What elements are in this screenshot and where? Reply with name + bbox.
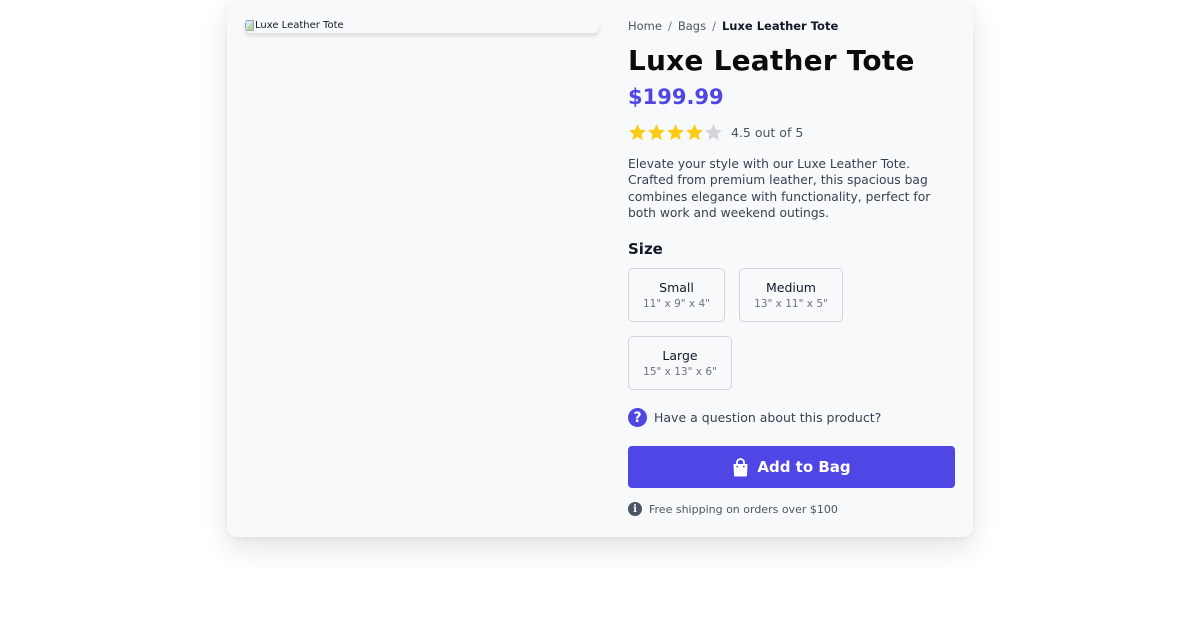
product-image-alt-text: Luxe Leather Tote: [255, 19, 344, 31]
size-option-name: Large: [662, 348, 698, 363]
size-option-name: Medium: [766, 280, 816, 295]
info-circle-icon: i: [628, 502, 642, 516]
product-price: $199.99: [628, 85, 724, 109]
breadcrumb-separator: /: [712, 19, 716, 33]
product-rating: 4.5 out of 5: [628, 123, 803, 142]
product-card: Luxe Leather Tote Home / Bags / Luxe Leather…: [227, 0, 973, 537]
size-option-dims: 11" x 9" x 4": [643, 298, 710, 310]
product-image: Luxe Leather Tote: [245, 18, 344, 32]
size-label: Size: [628, 240, 663, 258]
add-to-bag-button[interactable]: Add to Bag: [628, 446, 955, 488]
star-icon: [648, 124, 665, 141]
star-icon: [667, 124, 684, 141]
question-circle-icon: ?: [628, 408, 647, 427]
size-option-medium[interactable]: Medium 13" x 11" x 5": [739, 268, 843, 322]
star-icon: [686, 124, 703, 141]
breadcrumb-current: Luxe Leather Tote: [721, 19, 839, 33]
shopping-bag-icon: [732, 457, 749, 477]
size-option-dims: 13" x 11" x 5": [754, 298, 828, 310]
star-icon: [705, 124, 722, 141]
shipping-info: i Free shipping on orders over $100: [628, 502, 838, 516]
breadcrumb-separator: /: [667, 19, 672, 33]
rating-stars: [628, 123, 723, 142]
breadcrumb-home-link[interactable]: Home: [628, 19, 662, 33]
size-option-dims: 15" x 13" x 6": [643, 366, 717, 378]
rating-text: 4.5 out of 5: [731, 125, 804, 140]
question-text: Have a question about this product?: [654, 410, 882, 425]
broken-image-icon: [245, 19, 254, 31]
breadcrumb-bags-link[interactable]: Bags: [678, 19, 706, 33]
size-option-name: Small: [659, 280, 694, 295]
product-image-container: Luxe Leather Tote: [245, 18, 599, 33]
breadcrumb: Home / Bags / Luxe Leather Tote: [628, 19, 838, 33]
shipping-text: Free shipping on orders over $100: [649, 502, 838, 516]
product-description: Elevate your style with our Luxe Leather…: [628, 157, 931, 221]
size-option-large[interactable]: Large 15" x 13" x 6": [628, 336, 732, 390]
star-icon: [629, 124, 646, 141]
add-to-bag-label: Add to Bag: [757, 458, 851, 476]
product-title: Luxe Leather Tote: [628, 44, 915, 77]
size-option-small[interactable]: Small 11" x 9" x 4": [628, 268, 725, 322]
product-question-link[interactable]: ? Have a question about this product?: [628, 408, 881, 427]
